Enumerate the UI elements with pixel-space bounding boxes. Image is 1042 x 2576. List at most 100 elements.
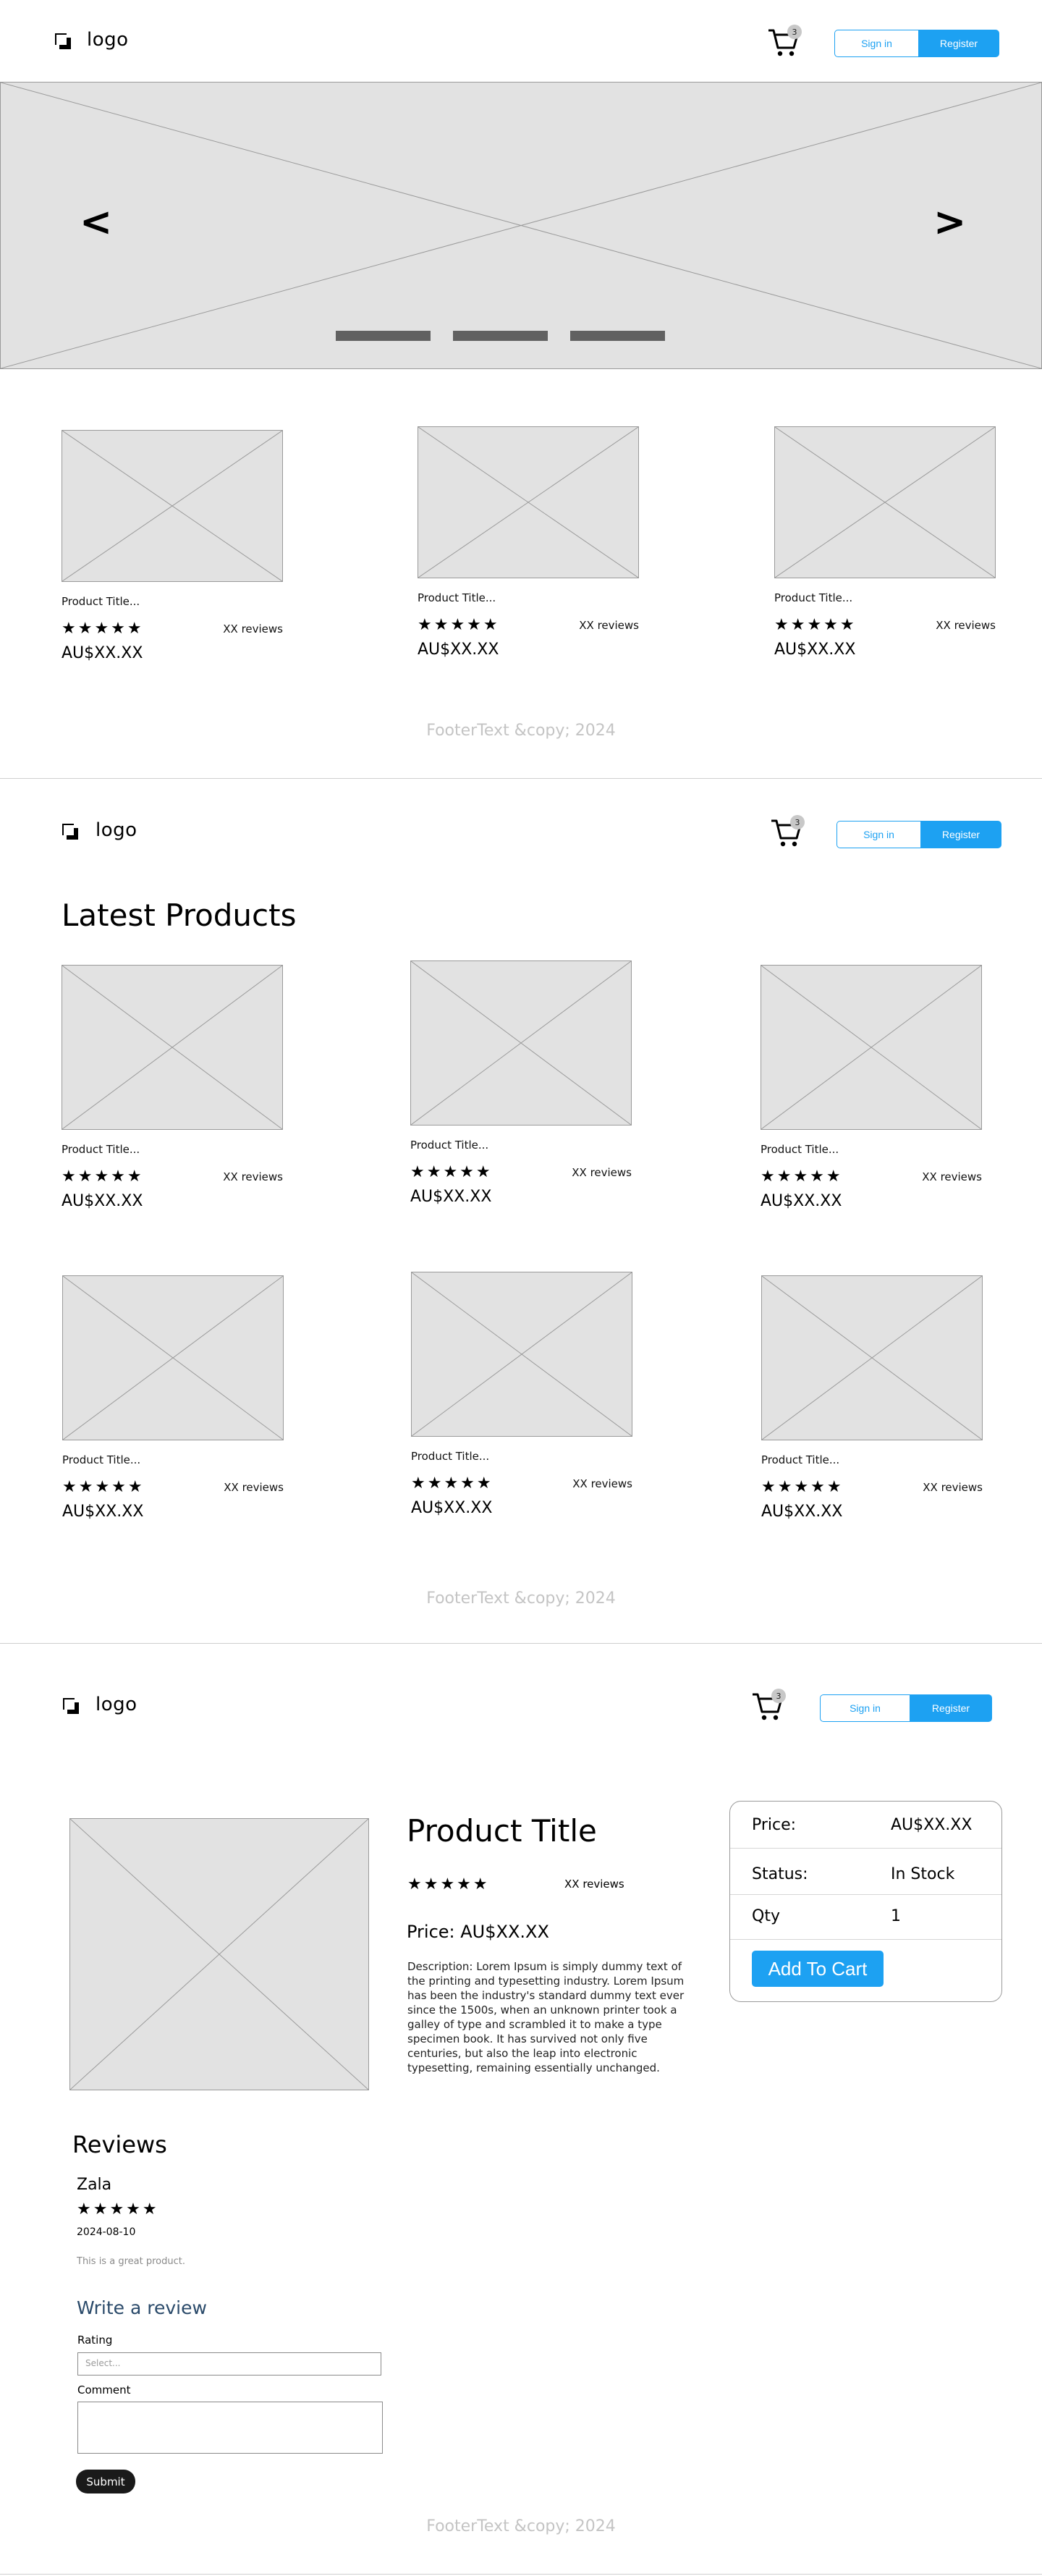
register-button[interactable]: Register [920,821,1001,848]
comment-label: Comment [77,2383,131,2396]
product-image[interactable] [62,430,283,582]
product-card[interactable]: Product Title... ★★★★★ XX reviews AU$XX.X… [761,1275,983,1521]
register-button[interactable]: Register [918,30,999,57]
product-card[interactable]: Product Title... ★★★★★ XX reviews AU$XX.X… [761,965,982,1210]
box-divider [730,1939,1001,1940]
logo-icon[interactable] [55,33,71,49]
product-detail-price: Price: AU$XX.XX [407,1922,549,1942]
product-price: AU$XX.XX [411,1499,493,1517]
carousel-next-button[interactable]: > [933,203,966,242]
product-card[interactable]: Product Title... ★★★★★ XX reviews AU$XX.X… [62,965,283,1210]
review-count: XX reviews [572,1477,632,1490]
product-main-image[interactable] [69,1818,369,2090]
rating-stars: ★★★★★ [411,1474,494,1492]
logo-icon[interactable] [62,824,78,840]
product-image[interactable] [411,1272,632,1437]
rating-select-placeholder: Select... [85,2358,121,2368]
carousel-prev-button[interactable]: < [80,203,112,242]
product-title[interactable]: Product Title... [62,1453,284,1466]
product-image[interactable] [410,960,632,1126]
rating-stars: ★★★★★ [761,1167,843,1186]
rating-select[interactable]: Select... [77,2352,381,2376]
section-divider [0,1643,1042,1644]
product-card[interactable]: Product Title... ★★★★★ XX reviews AU$XX.X… [62,1275,284,1521]
reviewer-name: Zala [77,2176,112,2194]
logo-text[interactable]: logo [96,819,137,841]
status-label: Status: [752,1865,808,1883]
add-to-cart-button[interactable]: Add To Cart [752,1951,884,1987]
product-price: AU$XX.XX [410,1188,492,1206]
product-title[interactable]: Product Title... [761,1453,983,1466]
hero-carousel[interactable] [0,82,1042,369]
rating-stars: ★★★★★ [62,1167,144,1186]
rating-stars: ★★★★★ [418,616,500,634]
submit-review-button[interactable]: Submit [76,2470,135,2493]
box-divider [730,1894,1001,1895]
cart-icon[interactable]: 3 [770,815,805,850]
product-price: AU$XX.XX [774,641,856,659]
carousel-indicator-1[interactable] [336,331,431,341]
product-title[interactable]: Product Title... [411,1450,632,1463]
reviews-heading: Reviews [72,2131,167,2158]
review-count: XX reviews [223,1170,283,1183]
product-image[interactable] [62,965,283,1130]
qty-select[interactable]: 1 [891,1907,901,1925]
review-count: XX reviews [936,619,996,632]
product-card[interactable]: Product Title... ★★★★★ XX reviews AU$XX.X… [418,426,639,659]
cart-icon[interactable]: 3 [751,1689,786,1723]
product-image[interactable] [418,426,639,578]
sign-in-button[interactable]: Sign in [820,1694,910,1722]
product-card[interactable]: Product Title... ★★★★★ XX reviews AU$XX.X… [410,960,632,1206]
product-price: AU$XX.XX [761,1503,843,1521]
qty-label: Qty [752,1907,780,1925]
footer-text: FooterText &copy; 2024 [426,2517,616,2535]
rating-stars: ★★★★★ [774,616,857,634]
product-title[interactable]: Product Title... [62,595,283,608]
sign-in-button[interactable]: Sign in [834,30,918,57]
review-count: XX reviews [224,1481,284,1494]
cart-count-badge: 3 [787,25,802,39]
product-detail-title: Product Title [407,1813,597,1849]
logo-icon[interactable] [63,1698,79,1714]
product-title[interactable]: Product Title... [410,1139,632,1152]
register-button[interactable]: Register [910,1694,992,1722]
product-image[interactable] [62,1275,284,1440]
product-price: AU$XX.XX [62,1192,143,1210]
product-title[interactable]: Product Title... [418,591,639,604]
rating-stars: ★★★★★ [407,1875,490,1893]
product-image[interactable] [761,965,982,1130]
section-divider [0,778,1042,779]
logo-text[interactable]: logo [96,1694,137,1715]
footer-text: FooterText &copy; 2024 [426,1589,616,1608]
product-title[interactable]: Product Title... [774,591,996,604]
cart-count-badge: 3 [790,815,805,829]
cart-icon[interactable]: 3 [767,25,802,59]
review-count[interactable]: XX reviews [564,1878,624,1891]
rating-stars: ★★★★★ [62,620,144,638]
product-image[interactable] [774,426,996,578]
review-date: 2024-08-10 [77,2226,136,2238]
product-card[interactable]: Product Title... ★★★★★ XX reviews AU$XX.X… [774,426,996,659]
review-count: XX reviews [579,619,639,632]
review-stars: ★★★★★ [77,2200,159,2218]
product-title[interactable]: Product Title... [62,1143,283,1156]
box-divider [730,1848,1001,1849]
logo-text[interactable]: logo [87,29,129,51]
product-card[interactable]: Product Title... ★★★★★ XX reviews AU$XX.X… [62,430,283,662]
product-description: Description: Lorem Ipsum is simply dummy… [407,1960,685,2074]
product-title[interactable]: Product Title... [761,1143,982,1156]
carousel-indicator-2[interactable] [453,331,548,341]
product-image[interactable] [761,1275,983,1440]
rating-stars: ★★★★★ [761,1478,844,1496]
carousel-indicator-3[interactable] [570,331,665,341]
review-count: XX reviews [923,1481,983,1494]
sign-in-button[interactable]: Sign in [836,821,920,848]
review-count: XX reviews [922,1170,982,1183]
rating-stars: ★★★★★ [62,1478,145,1496]
write-review-heading: Write a review [77,2297,207,2318]
cart-count-badge: 3 [771,1689,786,1703]
review-count: XX reviews [223,622,283,635]
product-card[interactable]: Product Title... ★★★★★ XX reviews AU$XX.X… [411,1272,632,1517]
price-value: AU$XX.XX [891,1816,973,1834]
comment-textarea[interactable] [77,2402,383,2454]
